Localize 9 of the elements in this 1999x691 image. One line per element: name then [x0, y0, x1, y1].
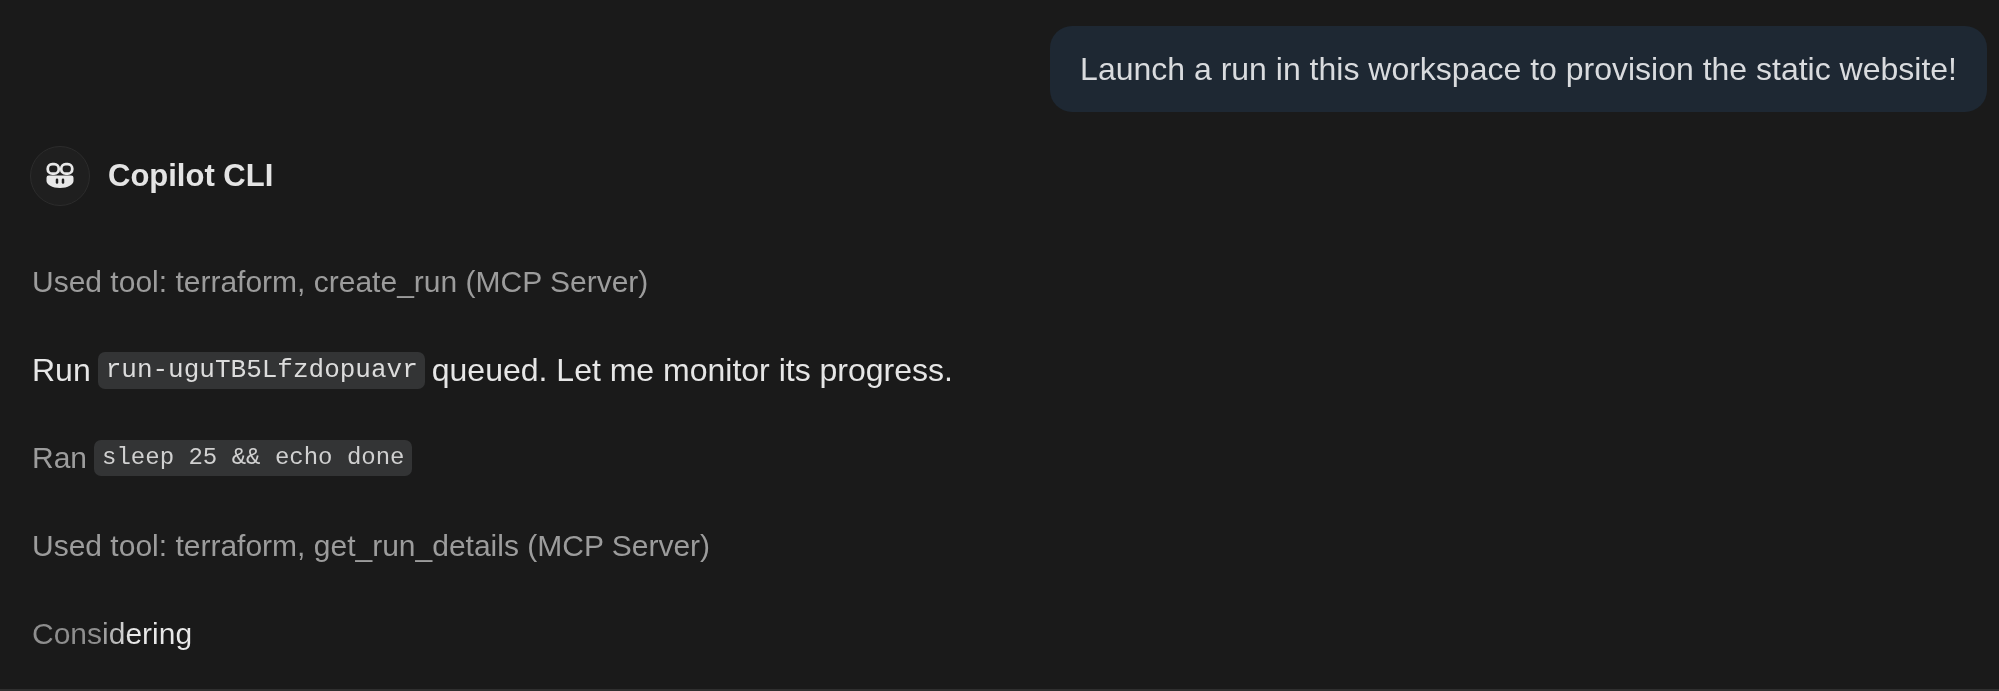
message-text: Run [32, 351, 91, 390]
user-message-bubble: Launch a run in this workspace to provision the static website! [1050, 26, 1987, 112]
inline-code: sleep 25 && echo done [94, 440, 412, 476]
assistant-name: Copilot CLI [108, 157, 274, 195]
tool-usage-text: Used tool: terraform, get_run_details (MCP Server) [32, 528, 711, 564]
inline-code: run-uguTB5Lfzdopuavr [97, 351, 425, 389]
tool-usage-text: Used tool: terraform, create_run (MCP Server) [32, 264, 649, 300]
message-text: queued. Let me monitor its progress. [431, 351, 953, 390]
command-label: Ran [32, 440, 88, 476]
